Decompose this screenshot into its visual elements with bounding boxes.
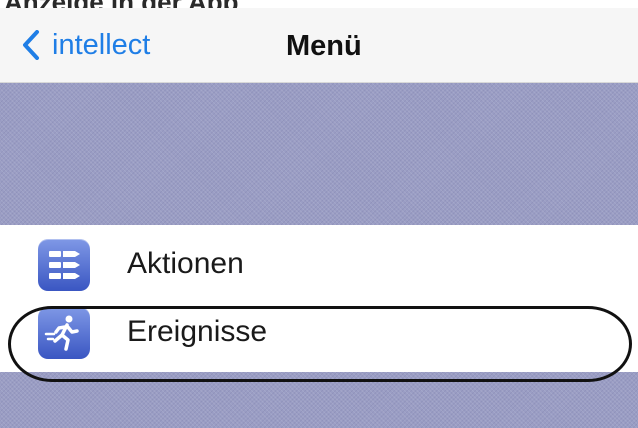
page-title: Menü xyxy=(286,30,362,62)
menu-item-ereignisse[interactable]: Ereignisse xyxy=(0,297,638,369)
menu-item-label: Aktionen xyxy=(127,247,244,280)
section-header-band xyxy=(0,83,638,225)
list-actions-icon xyxy=(38,239,90,291)
chevron-left-icon xyxy=(23,30,39,60)
menu-item-aktionen[interactable]: Aktionen xyxy=(0,229,638,301)
back-label: intellect xyxy=(52,28,151,61)
back-button[interactable]: intellect xyxy=(22,22,150,68)
navigation-bar: intellect Menü xyxy=(0,8,638,83)
menu-item-label: Ereignisse xyxy=(127,315,268,348)
running-person-icon xyxy=(38,307,90,359)
section-footer-band xyxy=(0,372,638,428)
